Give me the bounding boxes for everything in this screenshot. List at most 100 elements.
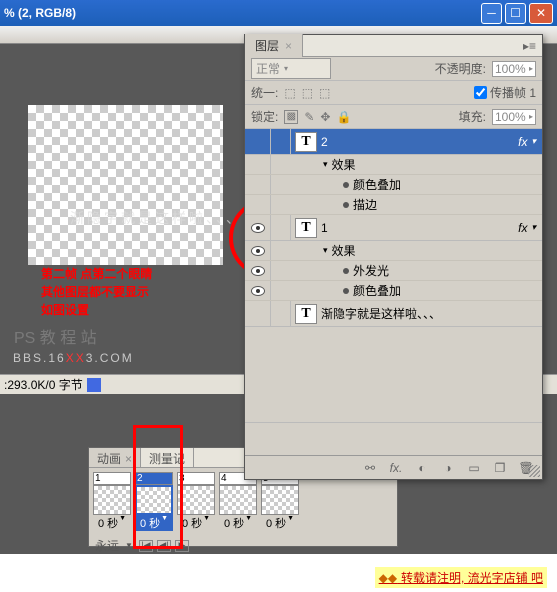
lock-all-icon[interactable]: 🔒	[336, 110, 351, 124]
site-watermark: BBS.16XX3.COM	[13, 349, 134, 365]
instruction-annotation: 第二帧 点第二个眼睛 其他图层都不要显示 如图设置	[41, 265, 152, 319]
link-column	[271, 129, 291, 154]
note-line: 第二帧 点第二个眼睛	[41, 265, 152, 283]
effect-color-overlay[interactable]: 颜色叠加	[245, 175, 542, 195]
animation-frame[interactable]: 40 秒▼	[219, 472, 257, 531]
tab-layers[interactable]: 图层×	[245, 34, 303, 57]
effect-outer-glow[interactable]: 外发光	[245, 261, 542, 281]
animation-frame[interactable]: 2 0 秒▼	[135, 472, 173, 531]
play-button[interactable]: ▶	[175, 540, 189, 552]
visibility-toggle[interactable]	[245, 261, 271, 280]
maximize-button[interactable]: ☐	[505, 3, 526, 24]
unify-label: 统一:	[251, 84, 278, 101]
group-icon[interactable]: ▭	[466, 461, 482, 475]
frame-number: 1	[93, 472, 131, 485]
text-layer-icon: T	[295, 132, 317, 152]
fill-spinner[interactable]: 100%▸	[492, 109, 536, 125]
visibility-toggle[interactable]	[245, 301, 271, 326]
frame-thumbnail	[135, 485, 173, 515]
watermark-pre: BBS.16	[13, 351, 66, 365]
first-frame-button[interactable]: |◀	[139, 540, 153, 552]
lock-brush-icon[interactable]: ✎	[304, 110, 314, 124]
link-layers-icon[interactable]: ⚯	[362, 461, 378, 475]
animation-frame[interactable]: 1 0 秒▼	[93, 472, 131, 531]
frame-time[interactable]: 0 秒▼	[177, 515, 215, 531]
effect-color-overlay[interactable]: 颜色叠加	[245, 281, 542, 301]
opacity-spinner[interactable]: 100%▸	[492, 61, 536, 77]
lock-transparent-icon[interactable]: ▩	[284, 110, 298, 124]
effect-name: 颜色叠加	[353, 282, 401, 299]
frame-thumbnail	[261, 485, 299, 515]
window-titlebar: % (2, RGB/8) ─ ☐ ✕	[0, 0, 557, 26]
effect-name: 描边	[353, 196, 377, 213]
adjustment-icon[interactable]: ◑	[440, 461, 456, 475]
frame-time[interactable]: 0 秒▼	[135, 515, 173, 531]
link-column	[271, 301, 291, 326]
layer-item-1[interactable]: T 1 fx▾	[245, 215, 542, 241]
visibility-toggle[interactable]	[245, 195, 271, 214]
new-layer-icon[interactable]: ❐	[492, 461, 508, 475]
reprint-notice[interactable]: ◆◆ 转载请注明, 流光字店铺 吧	[375, 567, 547, 588]
diamond-icon: ◆◆	[379, 571, 397, 585]
blend-mode-select[interactable]: 正常▾	[251, 58, 331, 79]
tab-close-icon[interactable]: ×	[125, 452, 132, 466]
propagate-checkbox[interactable]: 传播帧 1	[474, 84, 536, 101]
fx-badge[interactable]: fx▾	[518, 221, 536, 235]
visibility-toggle[interactable]	[245, 215, 271, 240]
tab-measure[interactable]: 测量记	[141, 448, 194, 467]
note-line: 其他图层都不要显示	[41, 283, 152, 301]
effect-name: 颜色叠加	[353, 176, 401, 193]
effects-header[interactable]: ▾效果	[245, 241, 542, 261]
note-line: 如图设置	[41, 301, 152, 319]
visibility-toggle[interactable]	[245, 155, 271, 174]
frame-time[interactable]: 0 秒▼	[93, 515, 131, 531]
effects-header[interactable]: ▾效果	[245, 155, 542, 175]
text-layer-icon: T	[295, 304, 317, 324]
layers-panel-tabs: 图层× ▸≡	[245, 35, 542, 57]
animation-footer: 永远 ▼ |◀ ◀| ▶	[89, 535, 397, 556]
visibility-toggle[interactable]	[245, 129, 271, 154]
prev-frame-button[interactable]: ◀|	[157, 540, 171, 552]
text-layer-icon: T	[295, 218, 317, 238]
frame-number: 3	[177, 472, 215, 485]
visibility-toggle[interactable]	[245, 241, 271, 260]
layer-item-2[interactable]: T 2 fx▾	[245, 129, 542, 155]
animation-frame[interactable]: 3 0 秒▼	[177, 472, 215, 531]
lock-fill-row: 锁定: ▩ ✎ ✥ 🔒 填充: 100%▸	[245, 105, 542, 129]
panel-menu-icon[interactable]: ▸≡	[517, 37, 542, 55]
frame-time[interactable]: 0 秒▼	[219, 515, 257, 531]
unify-style-icon[interactable]: ⬚	[319, 86, 330, 100]
layer-item-text[interactable]: T 渐隐字就是这样啦、、、	[245, 301, 542, 327]
minimize-button[interactable]: ─	[481, 3, 502, 24]
opacity-label: 不透明度:	[435, 60, 486, 77]
resize-handle-icon[interactable]	[528, 465, 540, 477]
lock-move-icon[interactable]: ✥	[320, 110, 330, 124]
tab-close-icon[interactable]: ×	[285, 39, 292, 53]
visibility-toggle[interactable]	[245, 175, 271, 194]
layers-panel: 图层× ▸≡ 正常▾ 不透明度: 100%▸ 统一: ⬚ ⬚ ⬚ 传播帧 1 锁…	[244, 34, 543, 480]
loop-select[interactable]: 永远	[95, 537, 119, 554]
blend-opacity-row: 正常▾ 不透明度: 100%▸	[245, 57, 542, 81]
frame-time[interactable]: 0 秒▼	[261, 515, 299, 531]
watermark-post: 3.COM	[86, 351, 134, 365]
window-title: % (2, RGB/8)	[4, 6, 481, 20]
visibility-toggle[interactable]	[245, 281, 271, 300]
animation-frame[interactable]: 50 秒▼	[261, 472, 299, 531]
close-button[interactable]: ✕	[529, 3, 553, 24]
status-text: :293.0K/0 字节	[4, 376, 83, 393]
frame-number: 2	[135, 472, 173, 485]
unify-pos-icon[interactable]: ⬚	[284, 86, 295, 100]
mask-icon[interactable]: ◐	[414, 461, 430, 475]
layer-name: 1	[321, 221, 328, 235]
status-arrow-icon[interactable]	[87, 378, 101, 392]
effect-stroke[interactable]: 描边	[245, 195, 542, 215]
fx-menu-icon[interactable]: fx.	[388, 461, 404, 475]
unify-icons: ⬚ ⬚ ⬚	[284, 86, 330, 100]
propagate-check-input[interactable]	[474, 86, 487, 99]
eye-icon	[251, 246, 265, 256]
tab-animation[interactable]: 动画×	[89, 448, 141, 467]
fx-badge[interactable]: fx▾	[518, 135, 536, 149]
unify-vis-icon[interactable]: ⬚	[302, 86, 313, 100]
eye-icon	[251, 223, 265, 233]
watermark-mid: XX	[66, 351, 86, 365]
